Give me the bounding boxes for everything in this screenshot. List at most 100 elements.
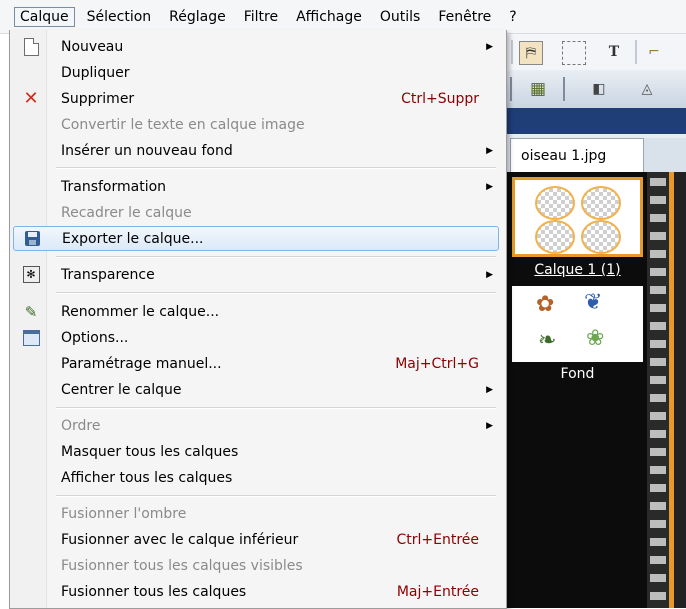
menu-selection[interactable]: Sélection (81, 7, 158, 27)
filmstrip-hole (650, 178, 666, 186)
menu-item-exporter[interactable]: Exporter le calque... (13, 226, 499, 251)
menu-item-label: Afficher tous les calques (61, 469, 233, 486)
menu-item-transparence[interactable]: ✻ Transparence ▶ (13, 262, 499, 287)
menu-separator (56, 167, 496, 169)
bookmark-tool-icon[interactable]: ⛿ (519, 41, 543, 65)
menu-item-renommer[interactable]: ✎ Renommer le calque... (13, 299, 499, 324)
menu-item-shortcut: Maj+Ctrl+G (395, 355, 479, 372)
filmstrip-hole (650, 322, 666, 330)
save-disk-icon (24, 231, 40, 246)
menu-item-shortcut: Ctrl+Suppr (401, 90, 479, 107)
shape-tool-icon[interactable]: ⌐ (643, 41, 665, 63)
menu-item-label: Transparence (61, 266, 155, 283)
filmstrip-hole (650, 484, 666, 492)
filmstrip-hole (650, 538, 666, 546)
menu-item-label: Nouveau (61, 38, 124, 55)
menu-outils[interactable]: Outils (374, 7, 426, 27)
filmstrip-hole (650, 592, 666, 600)
menu-item-label: Dupliquer (61, 64, 130, 81)
menu-item-ordre: Ordre ▶ (13, 413, 499, 438)
submenu-arrow-icon: ▶ (486, 145, 493, 156)
secondary-toolbar: ▦ ◧ ◬ (505, 70, 686, 109)
selection-tool-icon[interactable] (562, 41, 586, 65)
submenu-arrow-icon: ▶ (486, 269, 493, 280)
layer-name-calque1[interactable]: Calque 1 (1) (512, 262, 643, 278)
frame-icon[interactable]: ◧ (588, 78, 610, 100)
filmstrip-hole (650, 376, 666, 384)
menu-item-nouveau[interactable]: Nouveau ▶ (13, 34, 499, 59)
bird-image-icon: ✿ (536, 292, 555, 317)
menu-item-parametrage-manuel[interactable]: Paramétrage manuel... Maj+Ctrl+G (13, 351, 499, 376)
filmstrip-hole (650, 340, 666, 348)
menu-item-label: Masquer tous les calques (61, 443, 239, 460)
menu-item-label: Fusionner tous les calques (61, 583, 247, 600)
filmstrip-hole (650, 466, 666, 474)
menu-item-label: Supprimer (61, 90, 135, 107)
main-toolbar: ⛿ T ⌐ (505, 34, 686, 71)
menu-calque[interactable]: Calque (14, 6, 75, 27)
menu-item-fusionner-ombre: Fusionner l'ombre (13, 501, 499, 526)
filmstrip-hole (650, 358, 666, 366)
filmstrip-hole (650, 412, 666, 420)
menu-item-options[interactable]: Options... (13, 325, 499, 350)
menu-item-label: Transformation (61, 178, 167, 195)
filmstrip-hole (650, 430, 666, 438)
toolbar-separator (563, 77, 565, 101)
menu-item-fusionner-tous[interactable]: Fusionner tous les calques Maj+Entrée (13, 579, 499, 604)
menu-item-fusionner-visibles: Fusionner tous les calques visibles (13, 553, 499, 578)
menu-item-fusionner-inferieur[interactable]: Fusionner avec le calque inférieur Ctrl+… (13, 527, 499, 552)
filmstrip-hole (650, 214, 666, 222)
layer-thumbnail-calque1[interactable] (512, 177, 643, 257)
toolbar-separator (635, 40, 637, 64)
menu-item-shortcut: Maj+Entrée (396, 583, 479, 600)
menu-item-label: Ordre (61, 417, 101, 434)
layer-thumbnail-fond[interactable]: ✿ ❦ ❧ ❀ (512, 286, 643, 362)
menu-item-label: Exporter le calque... (62, 230, 204, 247)
title-band (505, 108, 686, 134)
menu-fenetre[interactable]: Fenêtre (432, 7, 497, 27)
filmstrip-hole (650, 502, 666, 510)
filmstrip-hole (650, 574, 666, 582)
menu-item-centrer[interactable]: Centrer le calque ▶ (13, 377, 499, 402)
menu-item-inserer-fond[interactable]: Insérer un nouveau fond ▶ (13, 138, 499, 163)
new-document-icon (23, 37, 39, 56)
filmstrip-hole (650, 448, 666, 456)
menu-item-label: Paramétrage manuel... (61, 355, 222, 372)
menu-item-masquer-calques[interactable]: Masquer tous les calques (13, 439, 499, 464)
toolbar-separator (510, 77, 512, 101)
calque-dropdown-menu: Nouveau ▶ Dupliquer ✕ Supprimer Ctrl+Sup… (9, 30, 507, 609)
menu-affichage[interactable]: Affichage (290, 7, 368, 27)
text-tool-icon[interactable]: T (603, 41, 625, 63)
submenu-arrow-icon: ▶ (486, 420, 493, 431)
grid-icon[interactable]: ▦ (527, 78, 549, 100)
transparency-icon: ✻ (22, 266, 40, 283)
menu-filtre[interactable]: Filtre (238, 7, 284, 27)
menu-item-recadrer: Recadrer le calque (13, 200, 499, 225)
menu-help[interactable]: ? (503, 7, 522, 27)
menu-item-label: Options... (61, 329, 129, 346)
menu-item-transformation[interactable]: Transformation ▶ (13, 174, 499, 199)
filmstrip-hole (650, 520, 666, 528)
menu-item-supprimer[interactable]: ✕ Supprimer Ctrl+Suppr (13, 86, 499, 111)
menu-reglage[interactable]: Réglage (163, 7, 232, 27)
filmstrip-hole (650, 268, 666, 276)
bird-image-icon: ❀ (586, 326, 605, 351)
menu-separator (56, 256, 496, 258)
submenu-arrow-icon: ▶ (486, 181, 493, 192)
filmstrip-hole (650, 286, 666, 294)
document-tab-title: oiseau 1.jpg (521, 147, 607, 164)
bird-image-icon: ❦ (584, 290, 603, 315)
canvas-area (674, 172, 686, 608)
transparent-checker (535, 220, 575, 254)
bird-image-icon: ❧ (538, 328, 557, 353)
drop-icon[interactable]: ◬ (636, 78, 658, 100)
menu-item-dupliquer[interactable]: Dupliquer (13, 60, 499, 85)
menu-item-label: Centrer le calque (61, 381, 182, 398)
layer-name-fond[interactable]: Fond (512, 366, 643, 382)
document-tab[interactable]: oiseau 1.jpg (510, 138, 644, 172)
transparent-checker (581, 186, 621, 220)
menu-item-label: Fusionner tous les calques visibles (61, 557, 303, 574)
menu-item-afficher-calques[interactable]: Afficher tous les calques (13, 465, 499, 490)
menu-item-label: Convertir le texte en calque image (61, 116, 305, 133)
filmstrip-hole (650, 394, 666, 402)
